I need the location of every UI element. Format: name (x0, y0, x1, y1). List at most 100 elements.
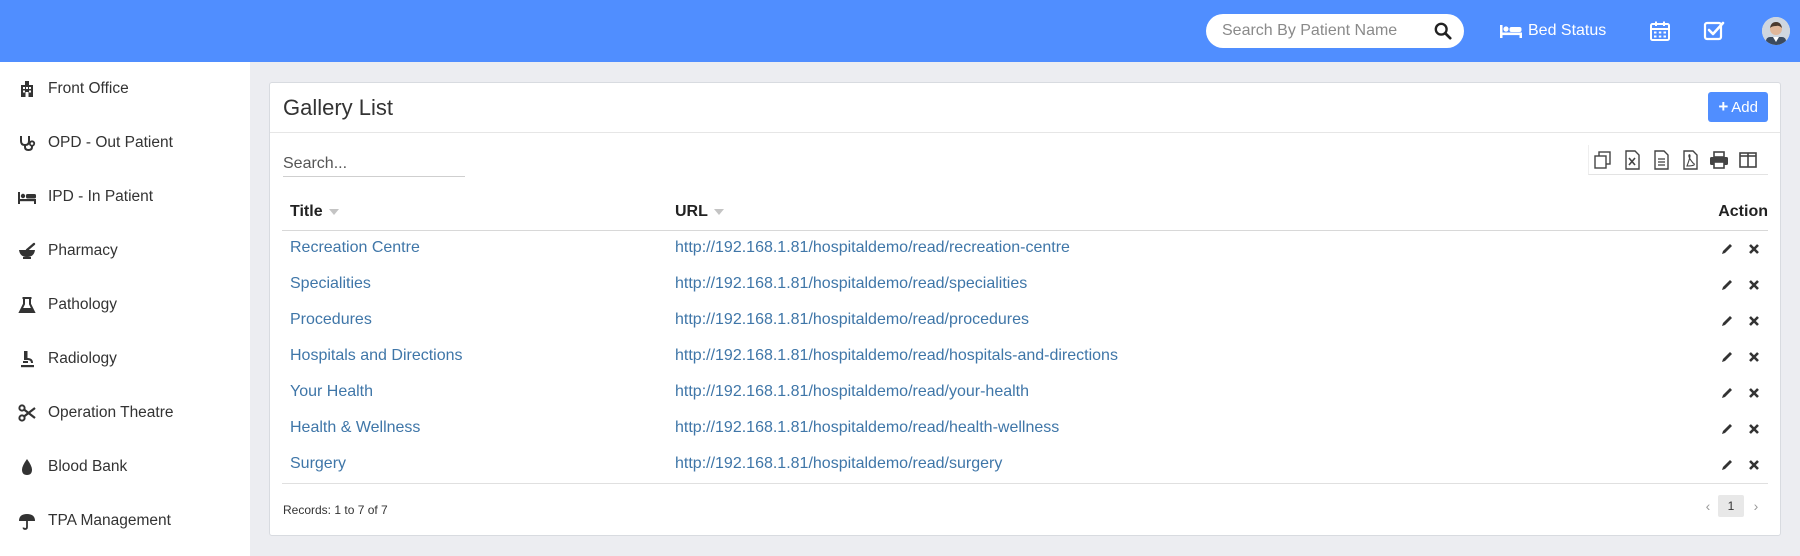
task-check-icon[interactable] (1702, 19, 1726, 43)
delete-icon[interactable] (1747, 314, 1761, 328)
export-toolbar (1588, 145, 1768, 175)
column-header-url[interactable]: URL (675, 203, 724, 221)
sidebar-item-label: Radiology (48, 350, 117, 367)
panel-header: Gallery List + Add (270, 83, 1780, 133)
table-row: Specialities http://192.168.1.81/hospita… (282, 267, 1768, 303)
column-header-action: Action (1718, 203, 1768, 221)
delete-icon[interactable] (1747, 242, 1761, 256)
pagination-page-button[interactable]: 1 (1718, 495, 1744, 517)
flask-icon (18, 297, 36, 313)
user-avatar[interactable] (1762, 17, 1790, 45)
row-url-link[interactable]: http://192.168.1.81/hospitaldemo/read/ho… (675, 347, 1118, 365)
umbrella-icon (19, 514, 35, 530)
bed-icon (18, 192, 36, 204)
edit-icon[interactable] (1720, 458, 1734, 472)
row-url-link[interactable]: http://192.168.1.81/hospitaldemo/read/sp… (675, 275, 1027, 293)
page-title: Gallery List (283, 95, 394, 120)
table-search-input[interactable] (283, 151, 465, 177)
row-title-link[interactable]: Surgery (290, 455, 346, 473)
sidebar-item-operation-theatre[interactable]: Operation Theatre (0, 393, 250, 433)
table-row: Health & Wellness http://192.168.1.81/ho… (282, 411, 1768, 447)
sidebar-item-label: Blood Bank (48, 458, 128, 475)
sidebar-item-label: Front Office (48, 80, 129, 97)
table-row: Your Health http://192.168.1.81/hospital… (282, 375, 1768, 411)
sidebar-item-label: TPA Management (48, 512, 171, 529)
sidebar-item-ipd[interactable]: IPD - In Patient (0, 177, 250, 217)
excel-icon[interactable] (1622, 150, 1642, 170)
edit-icon[interactable] (1720, 278, 1734, 292)
print-icon[interactable] (1709, 150, 1729, 170)
table-row: Surgery http://192.168.1.81/hospitaldemo… (282, 447, 1768, 483)
stethoscope-icon (20, 136, 36, 152)
delete-icon[interactable] (1747, 422, 1761, 436)
pagination-prev-button[interactable]: ‹ (1699, 495, 1717, 517)
sidebar: Front Office OPD - Out Patient IPD - In … (0, 62, 250, 556)
pagination-next-button[interactable]: › (1747, 495, 1765, 517)
row-title-link[interactable]: Health & Wellness (290, 419, 420, 437)
delete-icon[interactable] (1747, 386, 1761, 400)
row-title-link[interactable]: Your Health (290, 383, 373, 401)
row-url-link[interactable]: http://192.168.1.81/hospitaldemo/read/su… (675, 455, 1002, 473)
patient-search-input[interactable] (1222, 21, 1422, 41)
pdf-icon[interactable] (1680, 150, 1700, 170)
top-navbar: Bed Status (0, 0, 1800, 62)
column-title-label: Title (290, 203, 323, 220)
building-icon (21, 81, 33, 97)
table-row: Procedures http://192.168.1.81/hospitald… (282, 303, 1768, 339)
columns-icon[interactable] (1738, 150, 1758, 170)
mortar-pestle-icon (19, 242, 36, 259)
row-url-link[interactable]: http://192.168.1.81/hospitaldemo/read/yo… (675, 383, 1029, 401)
csv-icon[interactable] (1651, 150, 1671, 170)
edit-icon[interactable] (1720, 422, 1734, 436)
calendar-icon[interactable] (1648, 19, 1672, 43)
search-icon[interactable] (1434, 22, 1452, 40)
sidebar-item-label: Operation Theatre (48, 404, 174, 421)
add-button[interactable]: + Add (1708, 92, 1768, 122)
sidebar-item-pharmacy[interactable]: Pharmacy (0, 231, 250, 271)
table-row: Recreation Centre http://192.168.1.81/ho… (282, 231, 1768, 267)
user-photo-icon (1762, 17, 1790, 45)
records-count: Records: 1 to 7 of 7 (283, 503, 388, 517)
sidebar-item-pathology[interactable]: Pathology (0, 285, 250, 325)
sidebar-item-label: Pharmacy (48, 242, 118, 259)
bed-status-button[interactable]: Bed Status (1500, 20, 1606, 42)
row-url-link[interactable]: http://192.168.1.81/hospitaldemo/read/re… (675, 239, 1070, 257)
table-header: Title URL Action (282, 195, 1768, 231)
column-url-label: URL (675, 203, 708, 220)
delete-icon[interactable] (1747, 458, 1761, 472)
row-url-link[interactable]: http://192.168.1.81/hospitaldemo/read/he… (675, 419, 1059, 437)
sidebar-item-label: OPD - Out Patient (48, 134, 173, 151)
sidebar-item-tpa-management[interactable]: TPA Management (0, 501, 250, 541)
sidebar-item-blood-bank[interactable]: Blood Bank (0, 447, 250, 487)
patient-search-box[interactable] (1206, 14, 1464, 48)
column-header-title[interactable]: Title (290, 203, 339, 221)
row-title-link[interactable]: Procedures (290, 311, 372, 329)
bed-status-label: Bed Status (1528, 22, 1607, 39)
microscope-icon (21, 351, 34, 368)
edit-icon[interactable] (1720, 242, 1734, 256)
table-bottom-divider (282, 483, 1768, 484)
row-title-link[interactable]: Recreation Centre (290, 239, 420, 257)
bed-icon (1500, 25, 1522, 38)
gallery-list-panel: Gallery List + Add Search... Title URL A… (269, 82, 1781, 536)
row-title-link[interactable]: Specialities (290, 275, 371, 293)
row-title-link[interactable]: Hospitals and Directions (290, 347, 463, 365)
edit-icon[interactable] (1720, 386, 1734, 400)
edit-icon[interactable] (1720, 314, 1734, 328)
edit-icon[interactable] (1720, 350, 1734, 364)
sort-caret-icon (328, 209, 339, 215)
blood-drop-icon (22, 459, 32, 475)
sidebar-item-label: IPD - In Patient (48, 188, 154, 205)
sidebar-item-opd[interactable]: OPD - Out Patient (0, 123, 250, 163)
sidebar-item-radiology[interactable]: Radiology (0, 339, 250, 379)
column-action-label: Action (1718, 203, 1768, 220)
sidebar-item-front-office[interactable]: Front Office (0, 69, 250, 109)
scissors-icon (18, 404, 36, 422)
row-url-link[interactable]: http://192.168.1.81/hospitaldemo/read/pr… (675, 311, 1029, 329)
sidebar-item-label: Pathology (48, 296, 117, 313)
delete-icon[interactable] (1747, 278, 1761, 292)
plus-icon: + (1718, 97, 1729, 116)
copy-icon[interactable] (1593, 150, 1613, 170)
delete-icon[interactable] (1747, 350, 1761, 364)
table-row: Hospitals and Directions http://192.168.… (282, 339, 1768, 375)
